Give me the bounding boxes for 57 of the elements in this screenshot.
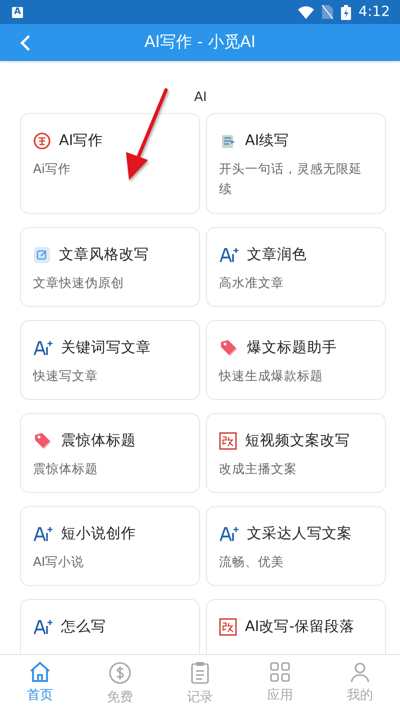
ai-sparkle-icon [33, 524, 53, 542]
card-title: 短视频文案改写 [245, 432, 350, 450]
section-label: AI [193, 90, 208, 105]
tool-card[interactable]: 文采达人写文案 流畅、优美 [206, 506, 386, 586]
card-description: 流畅、优美 [219, 553, 285, 571]
tool-card[interactable]: 关键词写文章 快速写文章 [20, 320, 200, 400]
card-title: 文章润色 [247, 246, 307, 264]
card-description: 改成主播文案 [219, 460, 298, 478]
tag-icon [219, 338, 239, 356]
card-title: AI写作 [59, 132, 104, 150]
tool-card[interactable]: AI改写-保留段落 [206, 599, 386, 654]
card-description: 快速生成爆款标题 [219, 367, 324, 385]
tool-card[interactable]: 文章风格改写 文章快速伪原创 [20, 227, 200, 307]
tool-card[interactable]: 文章润色 高水准文章 [206, 227, 386, 307]
card-description: Ai写作 [33, 160, 72, 178]
card-title: 文采达人写文案 [247, 524, 352, 543]
status-time: 4:12 [358, 4, 390, 20]
ai-sparkle-icon [219, 524, 239, 542]
ai-sparkle-icon [33, 618, 53, 636]
card-title: 怎么写 [61, 618, 106, 636]
tool-card[interactable]: 震惊体标题 震惊体标题 [20, 413, 200, 493]
card-description: 开头一句话，灵感无限延续 [219, 160, 363, 198]
dollar-coin-icon [108, 661, 132, 685]
card-description: 文章快速伪原创 [33, 274, 125, 292]
tag-icon [33, 432, 53, 450]
tool-card[interactable]: 怎么写 [20, 599, 200, 654]
rewrite-icon [219, 432, 237, 450]
card-title: 文章风格改写 [59, 246, 149, 264]
tool-card[interactable]: 短视频文案改写 改成主播文案 [206, 413, 386, 493]
card-description: 震惊体标题 [33, 460, 99, 478]
apps-icon [269, 661, 291, 683]
wifi-icon [298, 6, 314, 18]
card-title: 短小说创作 [61, 525, 136, 543]
tool-card[interactable]: 爆文标题助手 快速生成爆款标题 [206, 320, 386, 400]
tool-card[interactable]: AI写作 Ai写作 [20, 113, 200, 214]
card-title: AI改写-保留段落 [245, 618, 354, 636]
clipboard-icon [189, 661, 211, 685]
tool-card[interactable]: AI续写 开头一句话，灵感无限延续 [206, 113, 386, 214]
card-description: 高水准文章 [219, 274, 285, 292]
card-description: AI写小说 [33, 553, 86, 571]
notification-icon: A [12, 6, 23, 18]
card-title: AI续写 [245, 132, 290, 150]
edit-icon [33, 246, 51, 264]
seal-icon [33, 132, 51, 150]
tool-card[interactable]: 短小说创作 AI写小说 [20, 506, 200, 586]
ai-sparkle-icon [33, 338, 53, 356]
back-icon [19, 34, 31, 52]
card-description: 快速写文章 [33, 367, 99, 385]
card-title: 震惊体标题 [61, 432, 136, 450]
home-icon [28, 661, 52, 683]
rewrite-icon [219, 618, 237, 636]
battery-icon [340, 4, 351, 20]
ai-sparkle-icon [219, 246, 239, 264]
card-title: 爆文标题助手 [247, 338, 337, 357]
app-bar-title: AI写作 - 小觅AI [144, 32, 256, 53]
person-icon [349, 661, 371, 683]
card-title: 关键词写文章 [61, 338, 151, 357]
